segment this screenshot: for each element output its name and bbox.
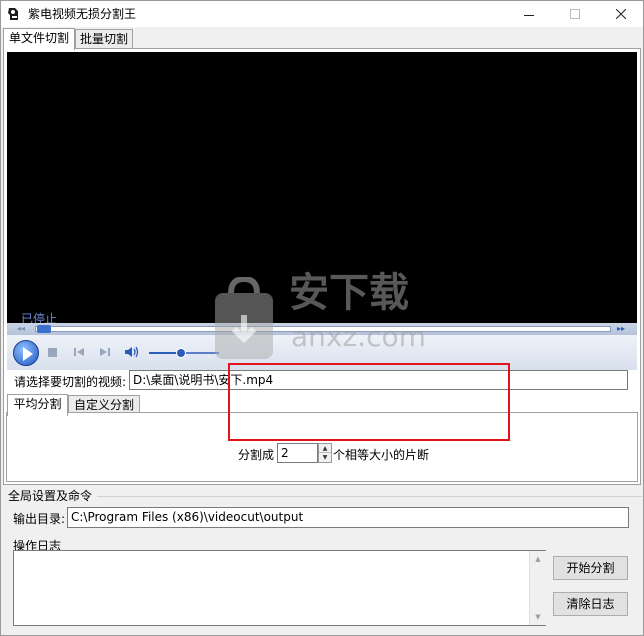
window-title: 紫电视频无损分割王 [28,7,137,21]
segment-count-input[interactable]: 2 [277,443,318,463]
log-scrollbar[interactable]: ▲ ▼ [529,551,546,625]
tab-batch[interactable]: 批量切割 [75,29,133,49]
play-button[interactable] [13,340,39,366]
global-settings-title: 全局设置及命令 [8,489,93,503]
previous-icon[interactable] [73,346,85,358]
highlight-box [228,363,510,441]
title-bar: 紫电视频无损分割王 [1,1,643,27]
output-dir-label: 输出目录: [13,512,66,526]
split-suffix-label: 个相等大小的片断 [333,448,430,462]
stop-icon[interactable] [48,348,57,357]
clear-log-button[interactable]: 清除日志 [553,592,628,616]
tab-single-file[interactable]: 单文件切割 [3,28,75,50]
app-icon [8,8,18,20]
maximize-icon [570,9,580,19]
volume-thumb[interactable] [176,348,186,358]
next-icon[interactable] [99,346,111,358]
close-icon [616,9,626,19]
scroll-down-icon[interactable]: ▼ [530,609,546,625]
close-button[interactable] [598,1,643,27]
minimize-button[interactable] [506,1,552,27]
app-window: 紫电视频无损分割王 单文件切割 批量切割 已停止 ◂◂ ▸▸ 请选择要切割的视频… [0,0,644,636]
rewind-icon[interactable]: ◂◂ [17,323,25,335]
video-player: 已停止 ◂◂ ▸▸ [7,52,637,370]
play-icon [23,347,33,361]
segment-count-stepper[interactable]: ▲ ▼ [318,443,332,463]
split-prefix-label: 分割成 [238,448,275,462]
volume-icon[interactable] [124,346,140,358]
minimize-icon [524,14,534,16]
output-dir-input[interactable]: C:\Program Files (x86)\videocut\output [67,507,629,528]
seek-bar[interactable]: ◂◂ ▸▸ [7,323,637,335]
log-textarea[interactable]: ▲ ▼ [13,550,546,626]
tab-average-split[interactable]: 平均分割 [7,394,68,416]
spin-up-icon[interactable]: ▲ [319,444,331,453]
maximize-button [552,1,598,27]
seek-thumb[interactable] [37,325,51,333]
fast-forward-icon[interactable]: ▸▸ [617,323,625,335]
file-select-label: 请选择要切割的视频: [14,375,127,389]
spin-down-icon[interactable]: ▼ [319,453,331,462]
group-divider [97,496,642,497]
seek-track[interactable] [35,326,611,332]
start-split-button[interactable]: 开始分割 [553,556,628,580]
scroll-up-icon[interactable]: ▲ [530,551,546,567]
